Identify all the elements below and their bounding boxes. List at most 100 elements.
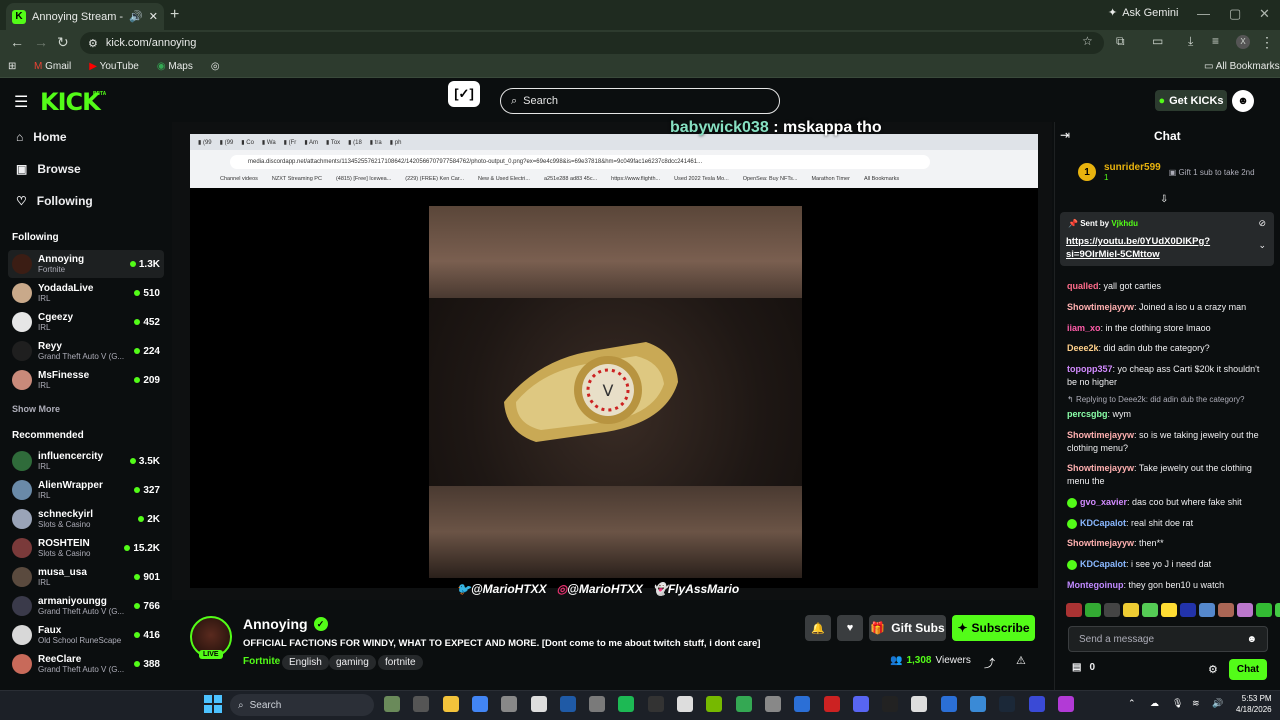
channel-item[interactable]: influencercity IRL 3.5K (8, 447, 164, 475)
user-avatar[interactable]: ☻ (1232, 90, 1254, 112)
taskbar-search[interactable]: ⌕ Search (230, 694, 374, 716)
report-icon[interactable]: ⚠ (1016, 654, 1026, 667)
epic-games-icon[interactable] (647, 696, 664, 712)
nav-browse[interactable]: ▣ Browse (16, 162, 81, 176)
settings-icon[interactable] (559, 696, 576, 712)
chat-message[interactable]: percsgbg: wym (1067, 408, 1269, 421)
task-view-icon[interactable] (413, 696, 430, 712)
browser-tab[interactable]: K Annoying Stream - Watch l 🔊 ✕ (6, 3, 164, 30)
microphone-icon[interactable]: 🎙 (1172, 698, 1183, 709)
globe-icon[interactable]: ◎ (211, 61, 220, 72)
chat-message[interactable]: Showtimejayyw: so is we taking jewelry o… (1067, 429, 1269, 455)
emote-bar[interactable] (1066, 603, 1280, 617)
chat-message[interactable]: topopp357: yo cheap ass Carti $20k it sh… (1067, 363, 1269, 389)
tiktok-icon[interactable] (882, 696, 899, 712)
chat-username[interactable]: Montegoinup (1067, 580, 1123, 590)
expand-leaderboard-icon[interactable]: ⇩ (1160, 194, 1168, 205)
show-more-button[interactable]: Show More (12, 404, 60, 414)
volume-icon[interactable]: 🔊 (1212, 698, 1223, 709)
get-kicks-button[interactable]: ● Get KICKs (1155, 90, 1227, 111)
browser-menu-icon[interactable]: ⋮ (1260, 34, 1274, 51)
app-icon[interactable] (911, 696, 928, 712)
pinned-link[interactable]: https://youtu.be/0YUdX0DlKPg?si=9OlrMiel… (1066, 235, 1246, 261)
send-chat-button[interactable]: Chat (1229, 659, 1267, 680)
emote[interactable] (1104, 603, 1120, 617)
clip-button[interactable]: [✓] (448, 81, 480, 107)
chat-message[interactable]: iiam_xo: in the clothing store lmaoo (1067, 322, 1269, 335)
chat-message[interactable]: Showtimejayyw: then** (1067, 537, 1269, 550)
new-tab-button[interactable]: + (170, 6, 179, 24)
chat-username[interactable]: qualled (1067, 281, 1099, 291)
tray-chevron-icon[interactable]: ⌃ (1128, 698, 1136, 709)
share-icon[interactable]: ⤴ (984, 655, 995, 671)
emote[interactable] (1142, 603, 1158, 617)
minimize-button[interactable]: — (1197, 6, 1210, 21)
chat-message[interactable]: Montegoinup: they gon ben10 u watch (1067, 579, 1269, 592)
kicks-balance[interactable]: ▤ 0 (1072, 662, 1095, 673)
discord-icon[interactable] (852, 696, 869, 712)
bookmark-maps[interactable]: ◉ Maps (157, 61, 193, 72)
nav-home[interactable]: ⌂ Home (16, 130, 67, 144)
follow-button[interactable]: ♥ (837, 615, 863, 641)
emote[interactable] (1066, 603, 1082, 617)
tag-english[interactable]: English (282, 655, 329, 670)
app-icon[interactable] (940, 696, 957, 712)
gifter-leaderboard[interactable]: 1 sunrider599 1 ▣ Gift 1 sub to take 2nd (1060, 152, 1274, 192)
chat-username[interactable]: Deee2k (1067, 343, 1099, 353)
stream-category[interactable]: Fortnite (243, 656, 280, 667)
wifi-icon[interactable]: ≋ (1192, 698, 1200, 709)
channel-item[interactable]: musa_usa IRL 901 (8, 563, 164, 591)
site-info-icon[interactable]: ⚙ (88, 37, 98, 50)
chat-username[interactable]: KDCapalot (1080, 518, 1126, 528)
channel-item[interactable]: AlienWrapper IRL 327 (8, 476, 164, 504)
chrome-alt-icon[interactable] (735, 696, 752, 712)
chat-message[interactable]: Deee2k: did adin dub the category? (1067, 342, 1269, 355)
nvidia-app-icon[interactable] (706, 696, 723, 712)
channel-item[interactable]: YodadaLive IRL 510 (8, 279, 164, 307)
chat-username[interactable]: Showtimejayyw (1067, 463, 1134, 473)
kick-logo[interactable]: KICK (40, 88, 101, 116)
cloud-icon[interactable]: ☁ (1150, 698, 1159, 709)
nav-following[interactable]: ♡ Following (16, 194, 93, 208)
maximize-button[interactable]: ▢ (1229, 6, 1241, 22)
chat-message[interactable]: Showtimejayyw: Joined a iso u a crazy ma… (1067, 301, 1269, 314)
all-bookmarks[interactable]: ▭ All Bookmarks (1204, 61, 1280, 72)
streamer-name[interactable]: Annoying ✓ (243, 616, 328, 632)
bookmark-star-icon[interactable]: ☆ (1082, 34, 1093, 48)
close-window-button[interactable]: ✕ (1259, 6, 1270, 22)
ask-gemini-button[interactable]: ✦ Ask Gemini (1108, 6, 1178, 20)
forward-button[interactable]: → (34, 34, 48, 50)
channel-item[interactable]: Annoying Fortnite 1.3K (8, 250, 164, 278)
app-icon[interactable] (970, 696, 986, 712)
reading-list-icon[interactable]: ≡ (1212, 34, 1219, 48)
chat-username[interactable]: gvo_xavier (1080, 497, 1127, 507)
emote[interactable] (1275, 603, 1280, 617)
chrome-icon[interactable] (471, 696, 488, 712)
tag-fortnite[interactable]: fortnite (378, 655, 423, 670)
tab-close-icon[interactable]: ✕ (149, 10, 158, 23)
emoji-icon[interactable]: ☻ (1246, 634, 1257, 645)
chat-message[interactable]: KDCapalot: real shit doe rat (1067, 517, 1269, 530)
search-input[interactable]: ⌕ Search (500, 88, 780, 114)
chat-username[interactable]: percsgbg (1067, 409, 1108, 419)
tag-gaming[interactable]: gaming (329, 655, 376, 670)
emote[interactable] (1161, 603, 1177, 617)
channel-item[interactable]: Faux Old School RuneScape 416 (8, 621, 164, 649)
collapse-chat-icon[interactable]: ⇥ (1060, 128, 1070, 142)
apps-grid-icon[interactable]: ⊞ (8, 61, 16, 72)
subscribe-button[interactable]: ✦ Subscribe (952, 615, 1035, 641)
chat-message-input[interactable]: Send a message ☻ (1068, 626, 1268, 652)
chat-username[interactable]: topopp357 (1067, 364, 1113, 374)
channel-item[interactable]: MsFinesse IRL 209 (8, 366, 164, 394)
app-icon[interactable] (1057, 696, 1074, 712)
widgets-icon[interactable] (384, 696, 400, 712)
chat-username[interactable]: iiam_xo (1067, 323, 1101, 333)
chat-username[interactable]: KDCapalot (1080, 559, 1126, 569)
app-icon[interactable] (1028, 696, 1045, 712)
channel-item[interactable]: Reyy Grand Theft Auto V (G... 224 (8, 337, 164, 365)
notify-button[interactable]: 🔔 (805, 615, 831, 641)
download-icon[interactable]: ⤓ (1188, 34, 1193, 49)
pinned-message[interactable]: 📌 Sent by Vjkhdu https://youtu.be/0YUdX0… (1060, 212, 1274, 266)
emote[interactable] (1237, 603, 1253, 617)
emote[interactable] (1123, 603, 1139, 617)
